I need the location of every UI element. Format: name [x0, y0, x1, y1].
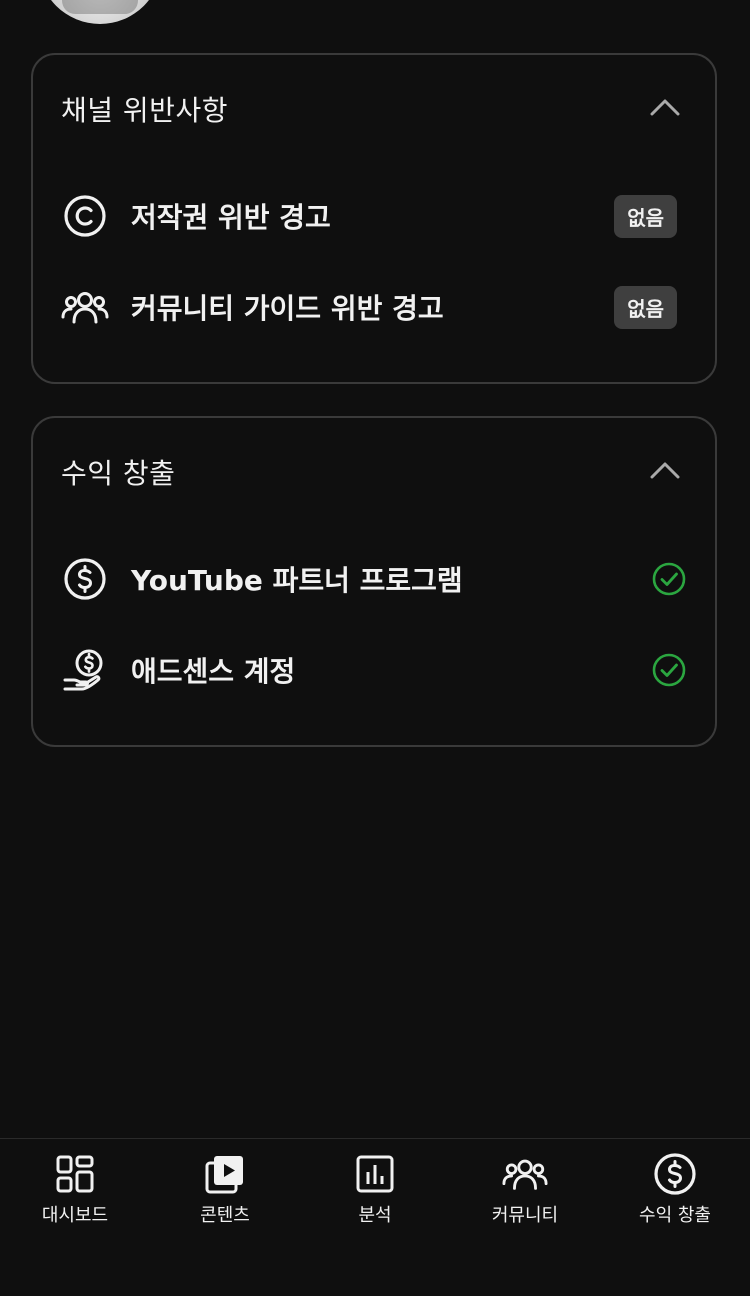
nav-label: 수익 창출	[639, 1205, 711, 1226]
nav-item-content[interactable]: 콘텐츠	[150, 1139, 300, 1296]
dollar-circle-icon	[61, 555, 109, 603]
channel-violations-title: 채널 위반사항	[61, 94, 228, 127]
nav-item-dashboard[interactable]: 대시보드	[0, 1139, 150, 1296]
community-guidelines-row[interactable]: 커뮤니티 가이드 위반 경고 없음	[61, 277, 687, 337]
content-icon	[202, 1151, 248, 1197]
copyright-strike-row[interactable]: 저작권 위반 경고 없음	[61, 186, 687, 246]
channel-violations-card: 채널 위반사항 저작권 위반 경고 없음 커뮤니티 가이드 위반 경고 없음	[31, 53, 717, 384]
nav-item-analytics[interactable]: 분석	[300, 1139, 450, 1296]
partner-program-label: YouTube 파트너 프로그램	[131, 564, 463, 597]
chevron-up-icon	[650, 462, 680, 479]
status-badge: 없음	[614, 285, 677, 329]
nav-label: 커뮤니티	[491, 1205, 559, 1226]
copyright-strike-label: 저작권 위반 경고	[131, 201, 331, 234]
nav-item-community[interactable]: 커뮤니티	[450, 1139, 600, 1296]
adsense-account-label: 애드센스 계정	[131, 655, 296, 688]
monetization-title: 수익 창출	[61, 457, 176, 490]
collapse-monetization-button[interactable]	[645, 454, 685, 486]
nav-label: 콘텐츠	[200, 1205, 250, 1226]
community-icon	[61, 283, 109, 331]
nav-item-monetization[interactable]: 수익 창출	[600, 1139, 750, 1296]
nav-label: 대시보드	[41, 1205, 109, 1226]
dollar-circle-icon	[652, 1151, 698, 1197]
collapse-violations-button[interactable]	[645, 91, 685, 123]
bottom-navigation: 대시보드 콘텐츠 분석 커뮤니티 수익 창출	[0, 1138, 750, 1296]
dashboard-icon	[52, 1151, 98, 1197]
avatar[interactable]	[38, 0, 162, 24]
check-circle-icon	[651, 652, 687, 688]
copyright-icon	[61, 192, 109, 240]
community-icon	[502, 1151, 548, 1197]
monetization-card: 수익 창출 YouTube 파트너 프로그램 애드센스 계정	[31, 416, 717, 747]
chevron-up-icon	[650, 99, 680, 116]
check-circle-icon	[651, 561, 687, 597]
analytics-icon	[352, 1151, 398, 1197]
adsense-account-row[interactable]: 애드센스 계정	[61, 640, 687, 700]
partner-program-row[interactable]: YouTube 파트너 프로그램	[61, 549, 687, 609]
hand-dollar-icon	[61, 646, 109, 694]
community-guidelines-label: 커뮤니티 가이드 위반 경고	[131, 292, 444, 325]
nav-label: 분석	[358, 1205, 392, 1226]
status-badge: 없음	[614, 194, 677, 238]
